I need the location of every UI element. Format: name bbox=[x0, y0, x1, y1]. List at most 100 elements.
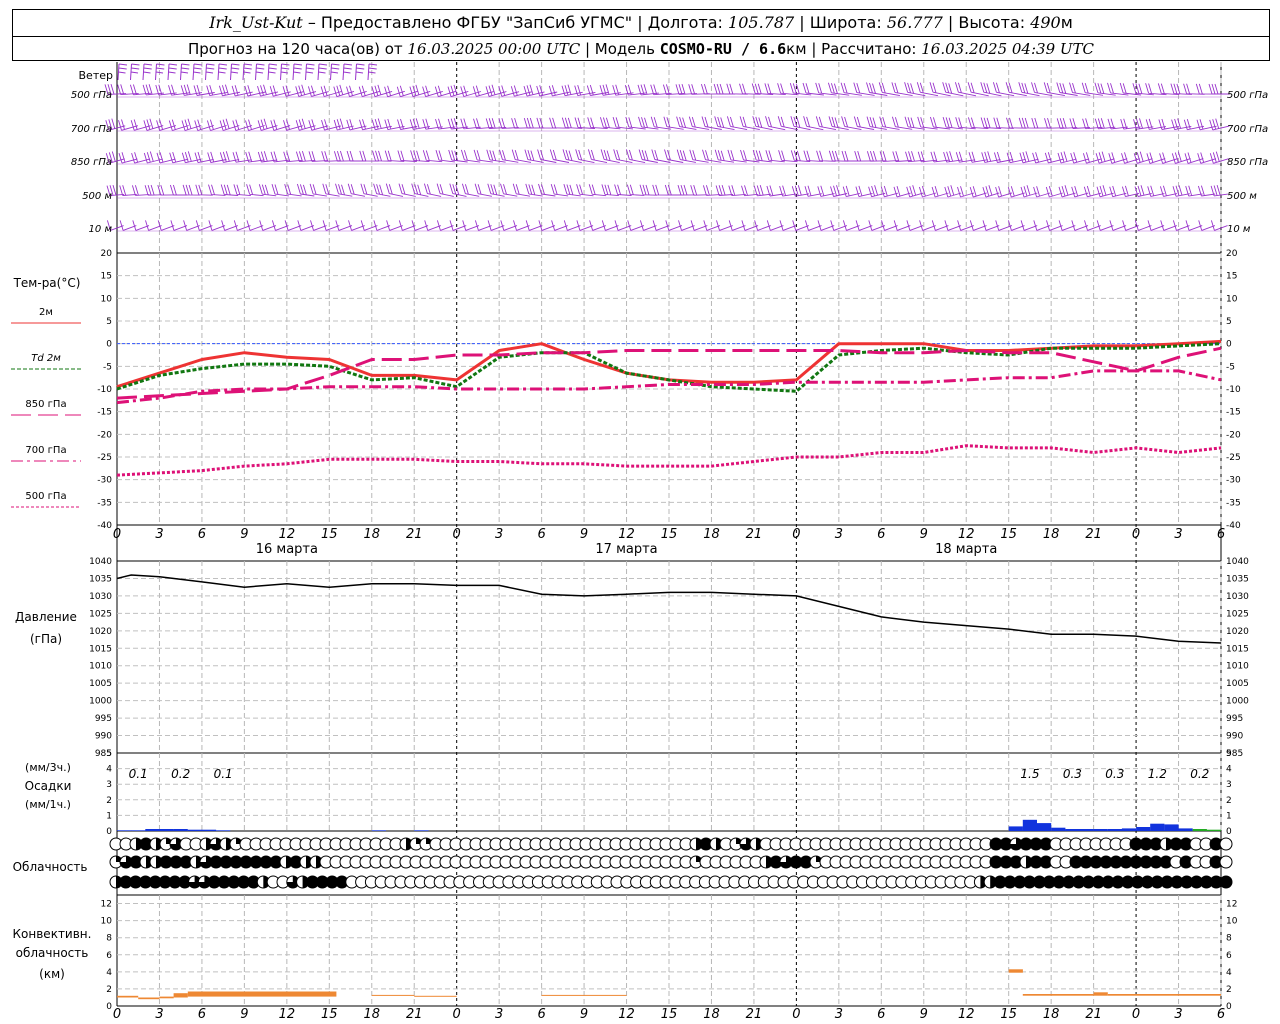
convective-layer-bar bbox=[117, 995, 139, 998]
convective-ytick-left: 0 bbox=[106, 1002, 112, 1012]
convective-title-1: Конвективн. bbox=[13, 927, 92, 941]
wind-barb bbox=[803, 116, 824, 131]
wind-barb bbox=[906, 220, 924, 231]
wind-barb bbox=[792, 220, 809, 231]
wind-barb bbox=[779, 220, 797, 231]
convective-layer-bar bbox=[1008, 969, 1023, 973]
precip-bar bbox=[187, 829, 202, 831]
wind-title: Ветер bbox=[79, 69, 113, 82]
time-tick-label: 3 bbox=[495, 1007, 503, 1022]
wind-barb bbox=[688, 116, 710, 130]
time-tick-label: 18 bbox=[363, 527, 380, 542]
precip-bar bbox=[216, 830, 231, 831]
temperature-ytick-right: -15 bbox=[1226, 408, 1241, 418]
convective-ytick-left: 2 bbox=[106, 985, 112, 995]
precip-ytick-right: 4 bbox=[1226, 765, 1232, 775]
calc-label: Рассчитано: bbox=[821, 40, 917, 58]
precip-total-label: 0.2 bbox=[1190, 767, 1209, 781]
precip-total-label: 0.1 bbox=[214, 767, 233, 781]
time-tick-label: 18 bbox=[363, 1007, 380, 1022]
precip-bar bbox=[1079, 829, 1094, 831]
temperature-ytick-left: -40 bbox=[97, 521, 112, 531]
time-tick-label: 12 bbox=[618, 527, 635, 542]
time-tick-label: 3 bbox=[155, 1007, 163, 1022]
header-line-1: Irk_Ust-Kut – Предоставлено ФГБУ "ЗапСиб… bbox=[13, 10, 1269, 37]
wind-barb bbox=[367, 63, 378, 81]
convective-ytick-left: 10 bbox=[101, 917, 113, 927]
wind-level-label-left: 500 м bbox=[82, 191, 112, 202]
precip-bar bbox=[131, 830, 146, 831]
time-tick-label: 6 bbox=[198, 527, 206, 542]
wind-barb bbox=[1210, 220, 1228, 231]
time-tick-label: 12 bbox=[279, 527, 296, 542]
time-tick-label: 9 bbox=[580, 1007, 588, 1022]
time-tick-label: 21 bbox=[746, 1007, 763, 1022]
pressure-ytick-left: 990 bbox=[95, 732, 112, 742]
temp-legend-label: Td 2м bbox=[31, 353, 61, 364]
temperature-ytick-right: -25 bbox=[1226, 453, 1241, 463]
wind-level-label-right: 500 м bbox=[1227, 191, 1257, 202]
pressure-ytick-right: 1015 bbox=[1226, 644, 1249, 654]
precip-total-label: 0.3 bbox=[1105, 767, 1124, 781]
temperature-ytick-left: -10 bbox=[97, 385, 112, 395]
time-tick-label: 3 bbox=[835, 527, 843, 542]
day-label: 16 марта bbox=[256, 542, 318, 557]
time-tick-label: 6 bbox=[537, 1007, 545, 1022]
wind-barb bbox=[893, 220, 911, 231]
precip-total-label: 0.2 bbox=[171, 767, 190, 781]
pressure-ytick-right: 995 bbox=[1226, 714, 1243, 724]
lon-label: Долгота: bbox=[647, 13, 723, 32]
temperature-ytick-right: 5 bbox=[1226, 317, 1232, 327]
temperature-ytick-left: -25 bbox=[97, 453, 112, 463]
precip-bar bbox=[1037, 823, 1052, 831]
time-tick-label: 6 bbox=[537, 527, 545, 542]
lon-value: 105.787 bbox=[728, 13, 795, 32]
temperature-ytick-right: -10 bbox=[1226, 385, 1241, 395]
convective-ytick-right: 8 bbox=[1226, 934, 1232, 944]
wind-barb bbox=[754, 220, 771, 231]
wind-barb bbox=[551, 220, 568, 231]
time-tick-label: 12 bbox=[618, 1007, 635, 1022]
wind-barb bbox=[881, 220, 898, 231]
wind-barb bbox=[183, 220, 200, 231]
pressure-ytick-left: 1000 bbox=[89, 697, 112, 707]
convective-layer-bar bbox=[1093, 992, 1108, 996]
time-tick-label: 15 bbox=[661, 527, 678, 542]
pressure-ytick-left: 1025 bbox=[89, 609, 112, 619]
wind-barb bbox=[525, 220, 543, 231]
alt-unit: м bbox=[1060, 13, 1073, 32]
wind-barb bbox=[726, 116, 748, 131]
convective-layer-bar bbox=[187, 991, 337, 997]
wind-barb bbox=[639, 220, 657, 231]
wind-barb bbox=[371, 118, 392, 131]
convective-ytick-right: 6 bbox=[1226, 951, 1232, 961]
pressure-ytick-left: 1015 bbox=[89, 644, 112, 654]
wind-barb bbox=[1196, 119, 1217, 131]
wind-barb bbox=[424, 220, 441, 231]
time-tick-label: 18 bbox=[703, 1007, 720, 1022]
precip-bar bbox=[1150, 823, 1165, 831]
wind-barb bbox=[142, 63, 153, 81]
temp-legend-label: 2м bbox=[39, 307, 53, 318]
wind-barb bbox=[751, 83, 774, 95]
pressure-ytick-left: 995 bbox=[95, 714, 112, 724]
wind-barb bbox=[752, 116, 773, 131]
temperature-ytick-right: 15 bbox=[1226, 272, 1237, 282]
convective-layer-bar bbox=[173, 993, 188, 998]
time-tick-label: 3 bbox=[1174, 527, 1182, 542]
wind-barb bbox=[398, 220, 416, 231]
pressure-ytick-right: 1020 bbox=[1226, 627, 1249, 637]
pressure-ytick-left: 1010 bbox=[89, 662, 112, 672]
pressure-title: Давление bbox=[15, 610, 77, 624]
precip-total-label: 0.1 bbox=[129, 767, 148, 781]
temperature-ytick-left: -35 bbox=[97, 498, 112, 508]
wind-barb bbox=[1020, 220, 1038, 231]
temperature-ytick-right: -30 bbox=[1226, 476, 1241, 486]
wind-barb bbox=[739, 83, 761, 95]
time-tick-label: 9 bbox=[920, 1007, 928, 1022]
wind-barb bbox=[255, 63, 265, 81]
time-tick-label: 15 bbox=[1000, 527, 1017, 542]
wind-barb bbox=[726, 83, 748, 95]
model-label: Модель bbox=[594, 40, 655, 58]
wind-barb bbox=[180, 63, 190, 81]
